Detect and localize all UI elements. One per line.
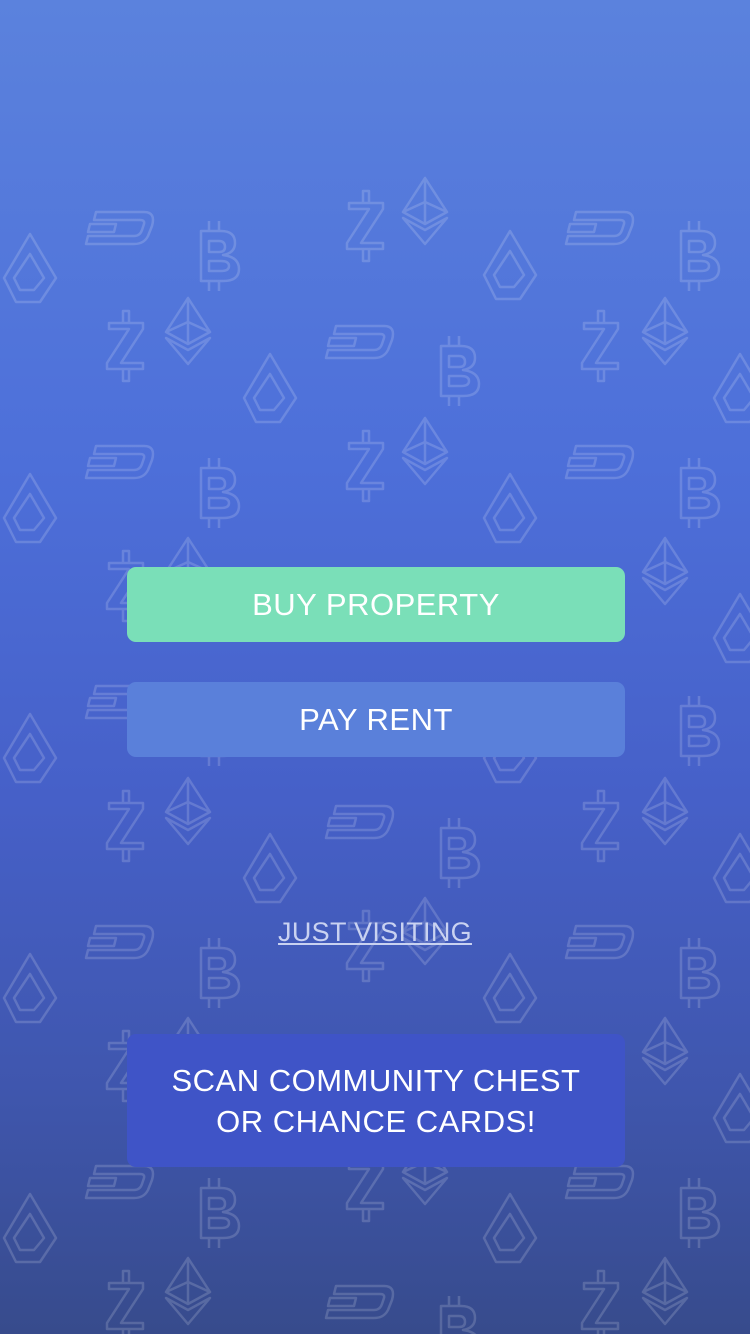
just-visiting-link[interactable]: JUST VISITING bbox=[0, 917, 750, 948]
scan-cards-label-line2: OR CHANCE CARDS! bbox=[216, 1103, 536, 1139]
pay-rent-button[interactable]: PAY RENT bbox=[127, 682, 625, 757]
buy-property-label: BUY PROPERTY bbox=[252, 586, 500, 622]
scan-cards-label-line1: SCAN COMMUNITY CHEST bbox=[171, 1062, 581, 1098]
scan-cards-button[interactable]: SCAN COMMUNITY CHEST OR CHANCE CARDS! bbox=[127, 1034, 625, 1167]
game-screen: BUY PROPERTY PAY RENT JUST VISITING SCAN… bbox=[0, 0, 750, 1334]
buy-property-button[interactable]: BUY PROPERTY bbox=[127, 567, 625, 642]
pay-rent-label: PAY RENT bbox=[299, 701, 453, 737]
